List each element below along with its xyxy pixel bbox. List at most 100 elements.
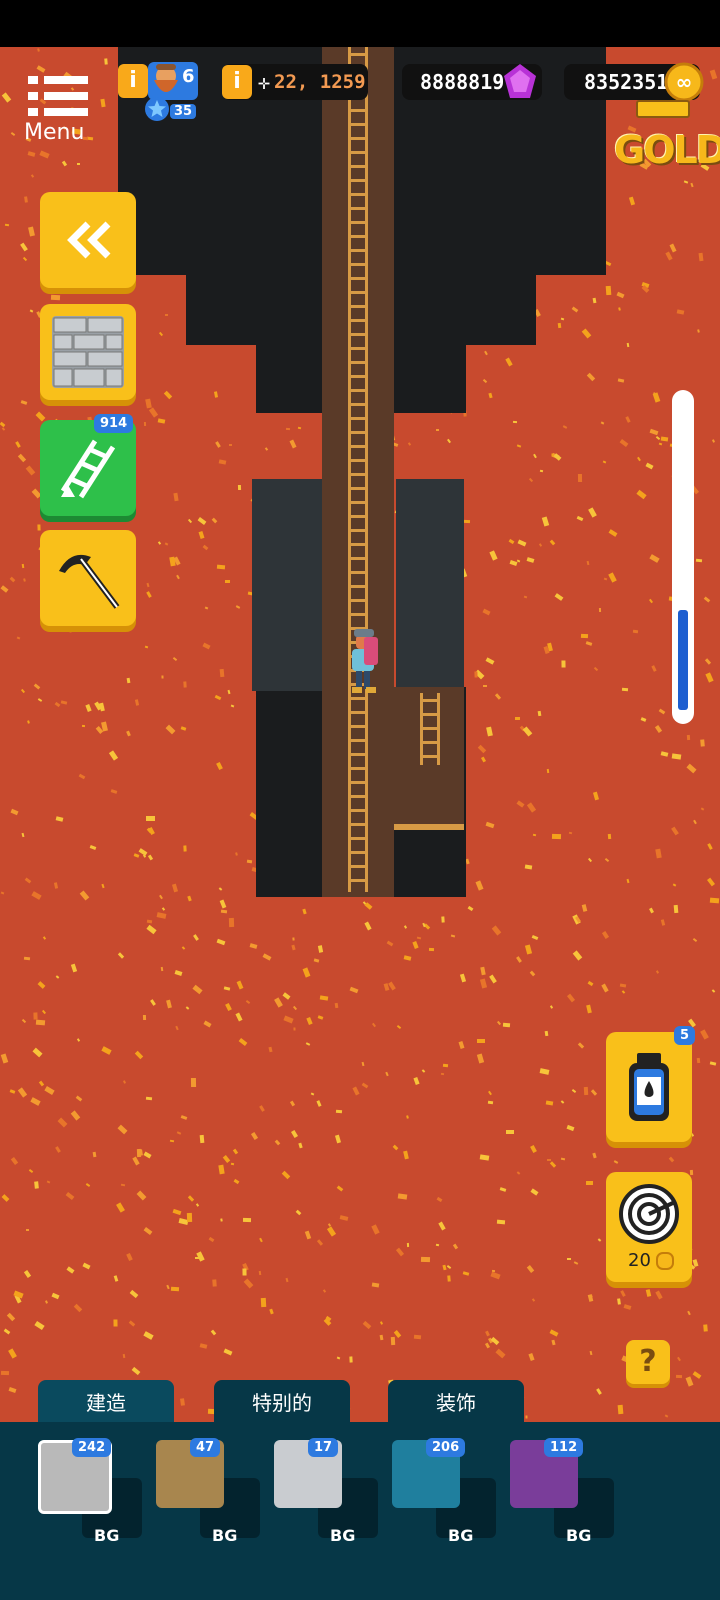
lava-speck <box>592 297 597 304</box>
lava-speck <box>516 956 522 963</box>
lava-speck <box>21 563 25 569</box>
lava-speck <box>305 1042 311 1046</box>
lava-speck <box>526 802 537 813</box>
lava-speck <box>0 1370 10 1376</box>
lava-speck <box>490 1336 500 1346</box>
radar-button[interactable]: 20 <box>606 1172 692 1282</box>
ladder-tool-button[interactable]: 914 <box>40 414 136 516</box>
ore-block-left[interactable] <box>252 479 324 691</box>
lava-speck <box>33 1012 38 1020</box>
lava-speck <box>585 641 593 646</box>
lava-speck <box>709 897 720 904</box>
lava-speck <box>101 1046 112 1055</box>
lava-speck <box>677 1356 681 1362</box>
lava-speck <box>212 1279 217 1287</box>
lava-speck <box>494 693 502 700</box>
lava-speck <box>290 1129 299 1139</box>
lava-speck <box>110 288 113 292</box>
inventory-slot-5[interactable]: 112 BG <box>510 1438 620 1545</box>
side-ladder[interactable] <box>418 693 440 765</box>
lava-speck <box>101 721 108 732</box>
crosshair-icon: ✛ <box>258 70 271 94</box>
lava-speck <box>539 469 544 473</box>
pickaxe-tool-button[interactable] <box>40 530 136 626</box>
lava-speck <box>446 438 452 444</box>
lava-speck <box>413 1334 422 1340</box>
character-info[interactable]: i 6 35 <box>114 62 204 126</box>
lava-speck <box>651 665 657 672</box>
lava-speck <box>441 916 445 923</box>
lava-speck <box>665 251 673 261</box>
lava-speck <box>39 150 50 159</box>
lava-speck <box>310 1092 315 1096</box>
lava-speck <box>583 1086 589 1096</box>
tab-decor[interactable]: 装饰 <box>388 1380 524 1422</box>
lava-speck <box>131 1366 141 1376</box>
lava-speck <box>156 912 167 919</box>
lava-speck <box>41 1009 47 1015</box>
miner-character[interactable] <box>338 627 388 699</box>
inventory-slot-3[interactable]: 17 BG <box>274 1438 384 1545</box>
lava-speck <box>269 1308 274 1315</box>
lava-speck <box>242 1268 247 1276</box>
lava-speck <box>172 656 178 662</box>
tab-build[interactable]: 建造 <box>38 1380 174 1422</box>
lava-speck <box>516 444 522 448</box>
menu-label: Menu <box>24 120 85 145</box>
inventory-slot-1[interactable]: 242 BG <box>38 1438 148 1545</box>
potion-button[interactable]: 5 <box>606 1026 696 1142</box>
inventory-slot-2[interactable]: 47 BG <box>156 1438 266 1545</box>
lava-speck <box>637 456 641 462</box>
lava-speck <box>146 591 152 598</box>
lava-speck <box>603 577 608 581</box>
lava-speck <box>693 819 697 825</box>
lava-speck <box>496 1020 502 1026</box>
lava-speck <box>649 554 660 563</box>
position-readout[interactable]: i ✛ 22, 1259 <box>222 64 368 100</box>
main-ladder[interactable] <box>346 47 368 892</box>
stone-wall-button[interactable] <box>40 304 136 400</box>
lava-speck <box>3 1328 11 1335</box>
lava-speck <box>488 392 493 399</box>
lava-speck <box>428 947 435 952</box>
menu-button[interactable]: Menu <box>22 74 102 148</box>
lava-speck <box>216 938 226 946</box>
lava-speck <box>566 993 576 1003</box>
lava-speck <box>313 958 320 963</box>
lava-speck <box>385 1071 389 1077</box>
lava-speck <box>590 1089 598 1096</box>
tab-special[interactable]: 特别的 <box>214 1380 350 1422</box>
gem-counter[interactable]: 8888819 <box>402 64 542 100</box>
star-icon <box>145 97 169 121</box>
lava-speck <box>685 1376 694 1387</box>
lava-speck <box>700 807 705 811</box>
bg-label: BG <box>212 1526 238 1545</box>
lava-speck <box>25 465 36 476</box>
lava-speck <box>458 1041 465 1049</box>
character-level: 6 <box>182 66 195 87</box>
gold-counter[interactable]: 8352351 ∞ <box>564 62 704 102</box>
lava-speck <box>55 1146 61 1153</box>
help-button[interactable]: ? <box>626 1340 670 1384</box>
lava-speck <box>146 816 155 821</box>
collapse-toolbar-button[interactable] <box>40 192 136 288</box>
lava-speck <box>193 934 199 941</box>
lava-speck <box>571 1088 577 1094</box>
lava-speck <box>361 1082 369 1089</box>
lava-speck <box>673 904 679 914</box>
lava-speck <box>706 877 716 887</box>
inventory-slot-4[interactable]: 206 BG <box>392 1438 502 1545</box>
ore-block-right[interactable] <box>396 479 464 691</box>
lava-speck <box>486 726 493 737</box>
lava-speck <box>623 1304 632 1310</box>
lava-speck <box>31 891 42 900</box>
lava-speck <box>709 1061 717 1066</box>
lava-speck <box>474 671 478 678</box>
lava-speck <box>171 883 179 893</box>
lava-speck <box>580 633 589 639</box>
lava-speck <box>69 629 72 633</box>
lava-speck <box>436 1196 443 1203</box>
lava-speck <box>104 58 108 65</box>
lava-speck <box>586 560 590 566</box>
lava-speck <box>238 1037 248 1047</box>
